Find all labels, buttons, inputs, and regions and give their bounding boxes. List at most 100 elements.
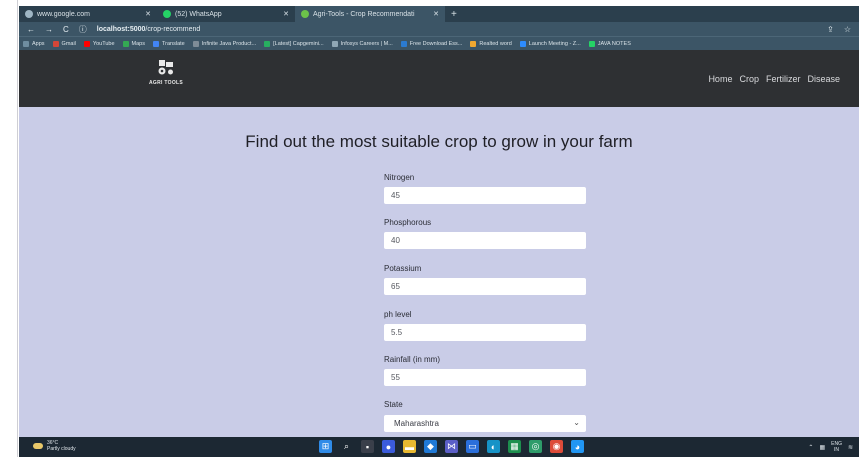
forward-arrow-icon[interactable]: →: [45, 25, 53, 34]
phosphorous-label: Phosphorous: [384, 218, 432, 227]
whatsapp-favicon-icon: [163, 10, 171, 18]
bookmark-favicon-icon: [400, 40, 407, 47]
bookmark-favicon-icon: [519, 40, 526, 47]
bookmark-label: YouTube: [92, 40, 115, 47]
chrome-icon[interactable]: ◉: [550, 440, 563, 453]
site-navbar: AGRI TOOLS Home Crop Fertilizer Disease: [19, 50, 859, 107]
bookmark-label: Maps: [131, 40, 145, 47]
bookmark-item[interactable]: Realted word: [470, 40, 512, 47]
url-host: localhost:5000: [96, 25, 146, 33]
site-info-icon[interactable]: ⓘ: [79, 24, 87, 35]
bookmark-item[interactable]: YouTube: [83, 40, 115, 47]
reload-icon[interactable]: C: [63, 25, 69, 34]
bookmark-favicon-icon: [122, 40, 129, 47]
teams-icon[interactable]: ●: [382, 440, 395, 453]
potassium-input[interactable]: 65: [384, 278, 586, 295]
partly-cloudy-icon: [33, 443, 43, 449]
address-bar-actions: ⇪ ☆: [827, 25, 851, 34]
wifi-icon[interactable]: ≋: [848, 444, 853, 451]
app-icon[interactable]: ◎: [529, 440, 542, 453]
url-input[interactable]: localhost:5000/crop-recommend: [97, 26, 201, 33]
tab-whatsapp[interactable]: (52) WhatsApp ✕: [157, 6, 295, 22]
new-tab-button[interactable]: +: [445, 9, 463, 20]
bookmark-item[interactable]: Translate: [153, 40, 185, 47]
bookmark-item[interactable]: [Latest] Capgemini...: [264, 40, 324, 47]
tab-strip: www.google.com ✕ (52) WhatsApp ✕ Agri-To…: [19, 6, 859, 22]
app-icon[interactable]: ◕: [571, 440, 584, 453]
tab-agri-tools[interactable]: Agri-Tools - Crop Recommendati ✕: [295, 6, 445, 22]
windows-start-icon[interactable]: ⊞: [319, 440, 332, 453]
bookmark-item[interactable]: Gmail: [52, 40, 76, 47]
tray-app-icon[interactable]: ▦: [819, 444, 825, 451]
nav-fertilizer[interactable]: Fertilizer: [766, 74, 801, 84]
state-label: State: [384, 400, 403, 409]
bookmark-favicon-icon: [192, 40, 199, 47]
bookmark-label: Free Download Ess...: [409, 40, 463, 47]
file-explorer-icon[interactable]: ▬: [403, 440, 416, 453]
google-favicon-icon: [25, 10, 33, 18]
store-icon[interactable]: ◆: [424, 440, 437, 453]
nav-home[interactable]: Home: [708, 74, 732, 84]
weather-widget[interactable]: 36°C Partly cloudy: [33, 440, 76, 452]
rainfall-input[interactable]: 55: [384, 369, 586, 386]
tab-label: (52) WhatsApp: [175, 10, 222, 18]
edge-icon[interactable]: ◐: [487, 440, 500, 453]
share-icon[interactable]: ⇪: [827, 25, 834, 34]
bookmark-item[interactable]: JAVA NOTES: [588, 40, 631, 47]
tab-google[interactable]: www.google.com ✕: [19, 6, 157, 22]
close-icon[interactable]: ✕: [283, 10, 289, 18]
state-selected-value: Maharashtra: [394, 419, 439, 428]
bookmark-item[interactable]: Infinite Java Product...: [192, 40, 257, 47]
page-title: Find out the most suitable crop to grow …: [245, 132, 633, 151]
leaf-favicon-icon: [301, 10, 309, 18]
close-icon[interactable]: ✕: [433, 10, 439, 18]
task-view-icon[interactable]: ▪: [361, 440, 374, 453]
bookmark-favicon-icon: [588, 40, 595, 47]
tab-label: Agri-Tools - Crop Recommendati: [313, 10, 415, 18]
site-nav-links: Home Crop Fertilizer Disease: [708, 74, 840, 84]
ph-level-input[interactable]: 5.5: [384, 324, 586, 341]
os-taskbar: 36°C Partly cloudy ⊞ ⌕ ▪ ● ▬ ◆ ⋈ ▭ ◐ ▦ ◎ …: [19, 437, 859, 457]
bookmark-item[interactable]: Launch Meeting - Z...: [519, 40, 581, 47]
nitrogen-input[interactable]: 45: [384, 187, 586, 204]
bookmark-favicon-icon: [52, 40, 59, 47]
visual-studio-icon[interactable]: ⋈: [445, 440, 458, 453]
bookmark-label: JAVA NOTES: [597, 40, 631, 47]
bookmark-label: Infinite Java Product...: [201, 40, 257, 47]
bookmark-label: Infosys Careers | M...: [340, 40, 393, 47]
nav-crop[interactable]: Crop: [739, 74, 759, 84]
agri-tools-logo[interactable]: AGRI TOOLS: [141, 58, 191, 98]
bookmark-favicon-icon: [23, 40, 29, 47]
bookmark-item[interactable]: Apps: [23, 40, 45, 47]
bookmark-item[interactable]: Infosys Careers | M...: [331, 40, 393, 47]
screenshot-frame: www.google.com ✕ (52) WhatsApp ✕ Agri-To…: [0, 0, 859, 457]
ph-level-label: ph level: [384, 310, 412, 319]
phosphorous-input[interactable]: 40: [384, 232, 586, 249]
nitrogen-label: Nitrogen: [384, 173, 415, 182]
bookmark-star-icon[interactable]: ☆: [844, 25, 851, 34]
mail-icon[interactable]: ▭: [466, 440, 479, 453]
tab-label: www.google.com: [37, 10, 90, 18]
bookmark-label: Realted word: [479, 40, 512, 47]
weather-text: 36°C Partly cloudy: [47, 440, 76, 452]
bookmark-favicon-icon: [83, 40, 90, 47]
bookmark-favicon-icon: [331, 40, 338, 47]
rainfall-label: Rainfall (in mm): [384, 355, 441, 364]
bookmark-item[interactable]: Free Download Ess...: [400, 40, 463, 47]
state-select[interactable]: Maharashtra ⌄: [384, 415, 586, 432]
excel-icon[interactable]: ▦: [508, 440, 521, 453]
language-indicator[interactable]: ENG IN: [831, 441, 842, 453]
bookmark-label: Gmail: [61, 40, 76, 47]
search-icon[interactable]: ⌕: [340, 440, 353, 453]
back-arrow-icon[interactable]: ←: [27, 25, 35, 34]
nav-disease[interactable]: Disease: [807, 74, 840, 84]
potassium-label: Potassium: [384, 264, 422, 273]
address-bar: ← → C ⓘ localhost:5000/crop-recommend ⇪ …: [19, 22, 859, 36]
lang-bottom: IN: [834, 447, 840, 453]
chevron-down-icon: ⌄: [573, 418, 580, 427]
left-margin: [0, 0, 18, 457]
chevron-up-icon[interactable]: ⌃: [808, 444, 813, 451]
close-icon[interactable]: ✕: [145, 10, 151, 18]
bookmark-label: Translate: [162, 40, 185, 47]
bookmark-item[interactable]: Maps: [122, 40, 145, 47]
